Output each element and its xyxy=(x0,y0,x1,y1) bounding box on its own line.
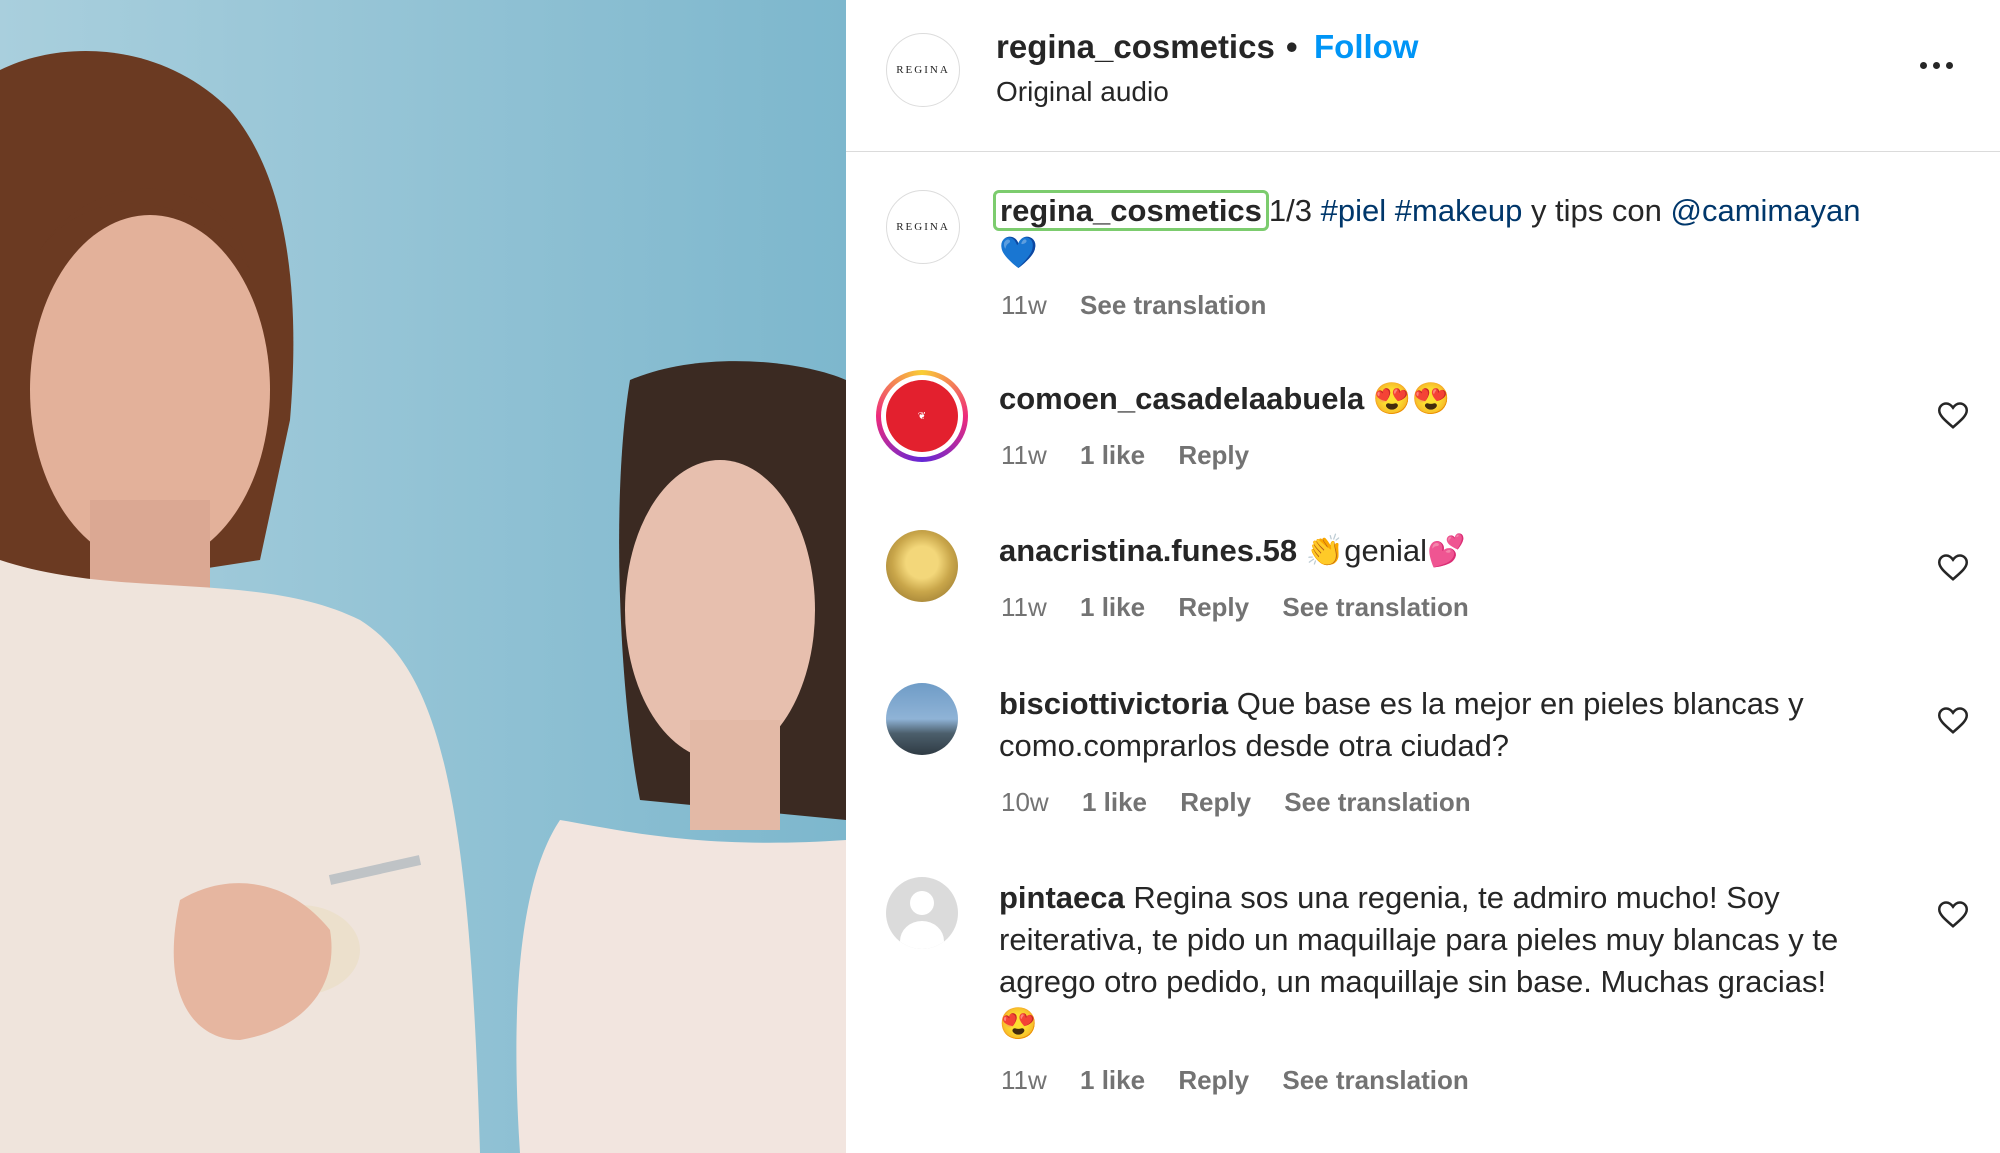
see-translation-link[interactable]: See translation xyxy=(1284,787,1470,817)
story-avatar[interactable]: ❦ xyxy=(876,370,968,462)
like-heart-icon[interactable] xyxy=(1938,554,1968,582)
avatar-logo-text: REGINA xyxy=(896,221,950,233)
post-caption: regina_cosmetics 1/3 #piel #makeup y tips… xyxy=(993,190,1959,274)
caption-text: y tips con xyxy=(1530,193,1662,228)
comment-time[interactable]: 11w xyxy=(1001,592,1047,622)
comment-likes[interactable]: 1 like xyxy=(1080,592,1145,622)
more-options-icon[interactable] xyxy=(1912,50,1960,80)
reply-button[interactable]: Reply xyxy=(1178,440,1249,470)
video-frame-image xyxy=(0,0,846,1153)
see-translation-link[interactable]: See translation xyxy=(1282,1065,1468,1095)
mention-link[interactable]: @camimayan xyxy=(1671,193,1861,228)
comment-meta: 11w 1 like Reply xyxy=(1001,440,1275,471)
comment-text: bisciottivictoria Que base es la mejor e… xyxy=(999,683,1869,767)
profile-avatar[interactable]: REGINA xyxy=(886,33,960,107)
comment-meta: 10w 1 like Reply See translation xyxy=(1001,787,1497,818)
separator-dot: • xyxy=(1286,28,1298,65)
user-avatar[interactable] xyxy=(886,683,958,755)
comment-meta: 11w 1 like Reply See translation xyxy=(1001,592,1495,623)
reply-button[interactable]: Reply xyxy=(1180,787,1251,817)
see-translation-link[interactable]: See translation xyxy=(1080,290,1266,320)
caption-counter: 1/3 xyxy=(1268,193,1313,228)
reply-button[interactable]: Reply xyxy=(1178,592,1249,622)
comment-body: 👏genial💕 xyxy=(1305,533,1466,568)
caption-time[interactable]: 11w xyxy=(1001,290,1047,320)
like-heart-icon[interactable] xyxy=(1938,901,1968,929)
video-player[interactable] xyxy=(0,0,846,1153)
avatar-logo: ❦ xyxy=(886,380,958,452)
caption-meta: 11w See translation xyxy=(1001,290,1292,321)
post-username[interactable]: regina_cosmetics xyxy=(996,28,1275,66)
follow-button[interactable]: Follow xyxy=(1314,28,1418,66)
post-header: REGINA regina_cosmetics • Follow Origina… xyxy=(846,0,2000,152)
default-avatar-icon[interactable] xyxy=(886,877,958,949)
audio-label[interactable]: Original audio xyxy=(996,76,1169,108)
comment-username[interactable]: bisciottivictoria xyxy=(999,686,1228,721)
comment-time[interactable]: 11w xyxy=(1001,1065,1047,1095)
caption-username[interactable]: regina_cosmetics xyxy=(993,190,1269,231)
comment-body: 😍😍 xyxy=(1372,381,1451,416)
comment-text: pintaeca Regina sos una regenia, te admi… xyxy=(999,877,1869,1045)
comment-likes[interactable]: 1 like xyxy=(1080,1065,1145,1095)
comment-meta: 11w 1 like Reply See translation xyxy=(1001,1065,1495,1096)
comment-text: anacristina.funes.58 👏genial💕 xyxy=(999,530,1869,572)
like-heart-icon[interactable] xyxy=(1938,402,1968,430)
comment-time[interactable]: 11w xyxy=(1001,440,1047,470)
hashtag-makeup[interactable]: #makeup xyxy=(1395,193,1523,228)
comment-body: Regina sos una regenia, te admiro mucho!… xyxy=(999,880,1839,1041)
comment-time[interactable]: 10w xyxy=(1001,787,1049,817)
see-translation-link[interactable]: See translation xyxy=(1282,592,1468,622)
user-avatar[interactable] xyxy=(886,530,958,602)
like-heart-icon[interactable] xyxy=(1938,707,1968,735)
blue-heart-emoji: 💙 xyxy=(999,235,1038,270)
caption-avatar[interactable]: REGINA xyxy=(886,190,960,264)
comment-likes[interactable]: 1 like xyxy=(1082,787,1147,817)
comment-username[interactable]: comoen_casadelaabuela xyxy=(999,381,1364,416)
comment-likes[interactable]: 1 like xyxy=(1080,440,1145,470)
reply-button[interactable]: Reply xyxy=(1178,1065,1249,1095)
avatar-logo-text: REGINA xyxy=(896,64,950,76)
comment-username[interactable]: anacristina.funes.58 xyxy=(999,533,1297,568)
comment-text: comoen_casadelaabuela 😍😍 xyxy=(999,378,1869,420)
post-panel: REGINA regina_cosmetics • Follow Origina… xyxy=(846,0,2000,1153)
comment-username[interactable]: pintaeca xyxy=(999,880,1125,915)
hashtag-piel[interactable]: #piel xyxy=(1321,193,1387,228)
